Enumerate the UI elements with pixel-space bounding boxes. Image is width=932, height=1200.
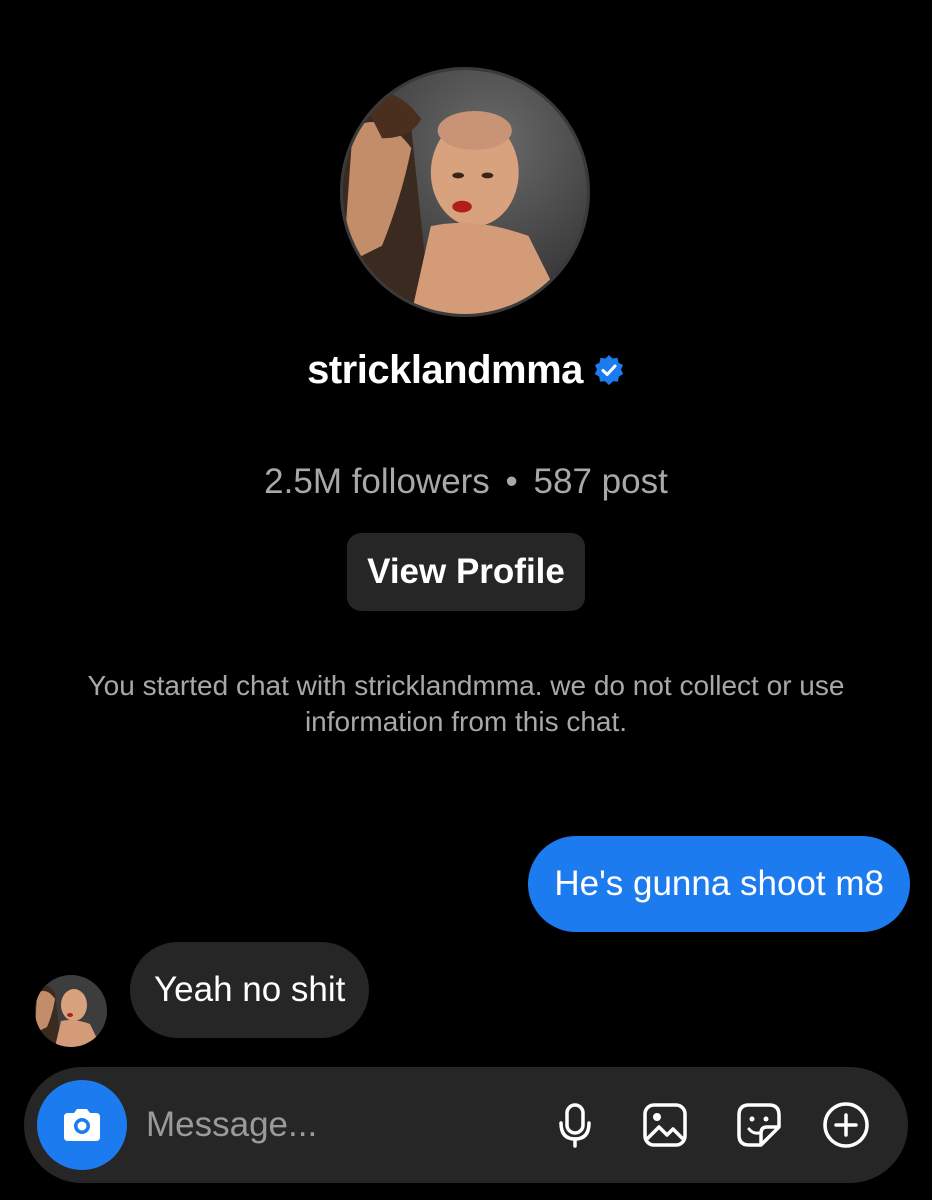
gallery-button[interactable] bbox=[637, 1097, 693, 1153]
followers-count: 2.5M followers bbox=[264, 462, 490, 501]
posts-count: 587 post bbox=[533, 462, 668, 501]
message-composer bbox=[24, 1067, 908, 1183]
incoming-message-bubble[interactable]: Yeah no shit bbox=[130, 942, 370, 1038]
more-options-button[interactable] bbox=[818, 1097, 874, 1153]
profile-photo bbox=[343, 70, 587, 314]
view-profile-button[interactable]: View Profile bbox=[347, 533, 585, 611]
sender-avatar-photo bbox=[35, 975, 107, 1047]
profile-avatar[interactable] bbox=[340, 67, 590, 317]
camera-icon bbox=[64, 1109, 100, 1141]
microphone-icon bbox=[559, 1103, 591, 1148]
sticker-icon bbox=[737, 1103, 781, 1147]
outgoing-message-bubble[interactable]: He's gunna shoot m8 bbox=[528, 836, 910, 932]
gallery-icon bbox=[643, 1103, 687, 1147]
camera-button[interactable] bbox=[37, 1080, 127, 1170]
microphone-button[interactable] bbox=[547, 1097, 603, 1153]
sticker-button[interactable] bbox=[731, 1097, 787, 1153]
chat-notice: You started chat with stricklandmma. we … bbox=[87, 670, 845, 737]
profile-stats: 2.5M followers • 587 post bbox=[0, 462, 932, 502]
username[interactable]: stricklandmma bbox=[307, 348, 583, 393]
sender-avatar[interactable] bbox=[35, 975, 107, 1047]
verified-badge-icon bbox=[593, 354, 625, 386]
message-input[interactable] bbox=[146, 1097, 526, 1153]
chat-screen: stricklandmma 2.5M followers • 587 post … bbox=[0, 0, 932, 1200]
username-row: stricklandmma bbox=[0, 342, 932, 398]
plus-icon bbox=[823, 1102, 869, 1148]
stats-separator: • bbox=[505, 462, 518, 501]
